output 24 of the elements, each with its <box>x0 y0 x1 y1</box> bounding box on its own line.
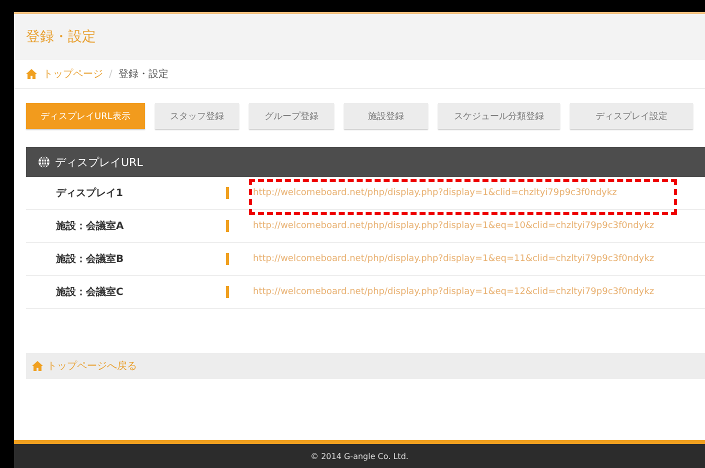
copyright-text: © 2014 G-angle Co. Ltd. <box>310 452 408 460</box>
page-title: 登録・設定 <box>26 28 96 46</box>
display-url-link[interactable]: http://welcomeboard.net/php/display.php?display=1&eq=10&clid=chzltyi79p9c3f0ndykz <box>253 221 654 231</box>
tab[interactable]: 施設登録 <box>344 103 428 129</box>
display-name: 施設：会議室C <box>55 285 124 299</box>
display-url-link[interactable]: http://welcomeboard.net/php/display.php?display=1&eq=12&clid=chzltyi79p9c3f0ndykz <box>253 287 654 297</box>
tab[interactable]: スケジュール分類登録 <box>438 103 560 129</box>
display-name: 施設：会議室B <box>55 252 125 266</box>
home-icon <box>32 361 43 371</box>
display-url-link[interactable]: http://welcomeboard.net/php/display.php?display=1&clid=chzltyi79p9c3f0ndykz <box>253 188 617 198</box>
home-icon <box>26 69 37 79</box>
breadcrumb-current: 登録・設定 <box>118 68 168 81</box>
display-name: 施設：会議室A <box>55 219 125 233</box>
globe-icon <box>38 156 50 168</box>
tab[interactable]: ディスプレイ設定 <box>570 103 693 129</box>
back-link[interactable]: トップページへ戻る <box>47 359 137 373</box>
breadcrumb-link[interactable]: トップページ <box>43 67 103 81</box>
tab[interactable]: スタッフ登録 <box>154 103 239 129</box>
panel-title: ディスプレイURL <box>55 154 143 170</box>
display-name: ディスプレイ1 <box>55 186 124 200</box>
tab[interactable]: ディスプレイURL表示 <box>26 103 145 129</box>
breadcrumb-separator: / <box>109 68 112 80</box>
display-url-link[interactable]: http://welcomeboard.net/php/display.php?display=1&eq=11&clid=chzltyi79p9c3f0ndykz <box>253 254 654 264</box>
tab[interactable]: グループ登録 <box>248 103 334 129</box>
